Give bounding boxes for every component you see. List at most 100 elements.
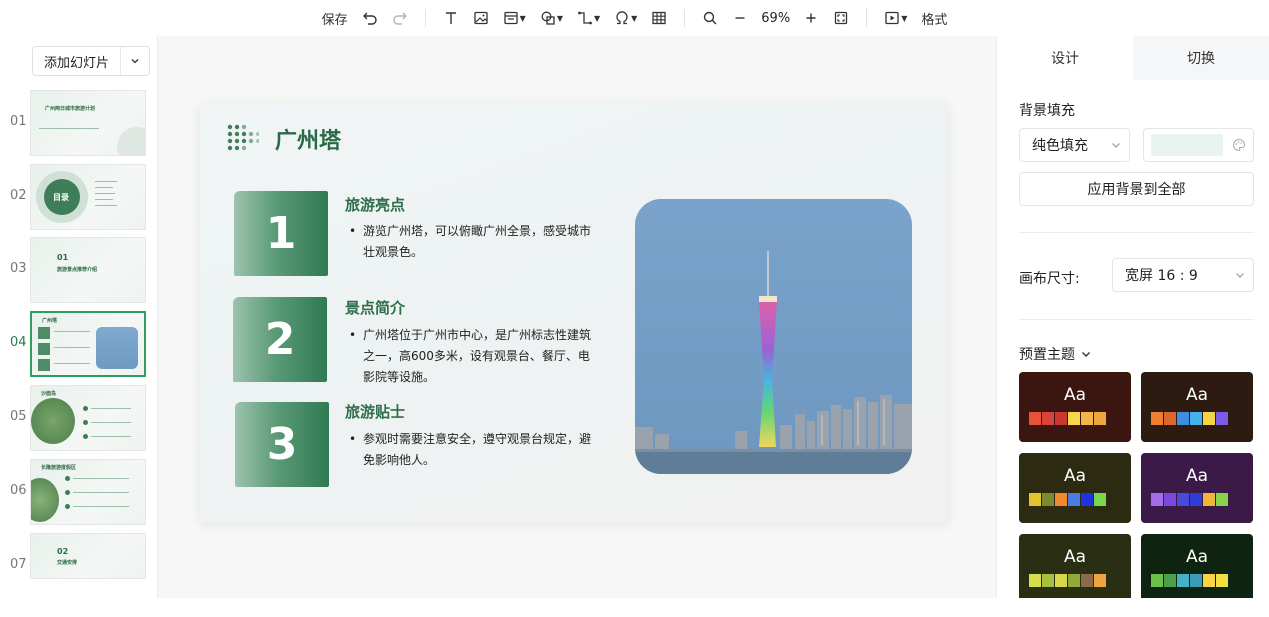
slide-thumbnail[interactable]: 01 旅游景点推荐介绍 [30,237,146,303]
theme-color-swatch [1055,493,1067,506]
theme-color-swatch [1177,412,1189,425]
text-icon [445,12,456,24]
section-body[interactable]: • 游览广州塔，可以俯瞰广州全景，感受城市壮观景色。 [349,221,597,263]
theme-color-swatch [1151,574,1163,587]
apply-background-all-button[interactable]: 应用背景到全部 [1019,172,1254,206]
fit-screen-icon [835,11,848,25]
section-body[interactable]: • 广州塔位于广州市中心，是广州标志性建筑之一，高600多米，设有观景台、餐厅、… [349,325,597,388]
theme-card[interactable]: Aa [1019,372,1131,442]
tab-transition[interactable]: 切换 [1133,36,1269,80]
redo-button[interactable] [385,5,415,31]
theme-card[interactable]: Aa [1019,453,1131,523]
fill-type-select[interactable]: 纯色填充 [1019,128,1130,162]
thumbnail-line [95,193,115,194]
thumbnail-decoration [38,327,50,339]
theme-color-swatch [1151,493,1163,506]
theme-color-swatch [1164,412,1176,425]
slide-thumbnail-row[interactable]: 02 目录 [0,164,158,232]
slide-thumbnail[interactable]: 广州两日城市旅游计划 [30,90,146,156]
zoom-out-button[interactable] [725,5,755,31]
theme-color-swatch [1094,574,1106,587]
undo-icon [362,12,377,25]
theme-color-swatch [1190,493,1202,506]
theme-sample-text: Aa [1185,547,1209,567]
section-body-text: 参观时需要注意安全，遵守观景台规定，避免影响他人。 [363,432,592,467]
theme-sample-text: Aa [1185,385,1209,405]
palette-icon [1233,138,1246,152]
tab-design[interactable]: 设计 [997,36,1133,80]
section-title[interactable]: 旅游贴士 [345,401,405,422]
add-slide-label[interactable]: 添加幻灯片 [33,47,121,75]
fill-color-picker[interactable] [1143,128,1254,162]
canton-tower-photo[interactable] [635,199,912,474]
symbol-dropdown[interactable]: ▼ [607,5,644,31]
format-button[interactable]: 格式 [914,5,954,31]
zoom-level[interactable]: 69% [755,11,796,26]
slide-thumbnail[interactable]: 沙面岛 [30,385,146,451]
theme-card[interactable]: Aa [1141,453,1253,523]
thumbnail-decoration [38,343,50,355]
fit-screen-button[interactable] [826,5,856,31]
slide-number: 05 [10,409,27,424]
section-title[interactable]: 景点简介 [345,297,405,318]
image-button[interactable] [466,5,496,31]
slide-number: 03 [10,261,27,276]
slide-thumbnail-row[interactable]: 05 沙面岛 [0,385,158,453]
theme-color-swatch [1177,574,1189,587]
canvas-size-select[interactable]: 宽屏 16 : 9 [1112,258,1254,292]
redo-icon [392,12,407,25]
panel-divider [1019,319,1254,320]
bullet-mark: • [349,224,357,238]
add-slide-button[interactable]: 添加幻灯片 [32,46,150,76]
shape-dropdown[interactable]: ▼ [533,5,570,31]
slide-title[interactable]: 广州塔 [275,123,341,155]
slide-thumbnail-row[interactable]: 01 广州两日城市旅游计划 [0,90,158,158]
section-number-block[interactable]: 3 [235,402,329,487]
preset-themes-header[interactable]: 预置主题 [1019,344,1092,364]
section-body[interactable]: • 参观时需要注意安全，遵守观景台规定，避免影响他人。 [349,429,597,471]
table-button[interactable] [644,5,674,31]
search-button[interactable] [695,5,725,31]
add-slide-menu-button[interactable] [121,56,149,66]
fill-color-swatch[interactable] [1151,134,1223,156]
theme-color-swatch [1216,574,1228,587]
section-number-block[interactable]: 2 [233,297,327,382]
slide-thumbnail-row[interactable]: 03 01 旅游景点推荐介绍 [0,237,158,305]
thumbnail-line [73,506,129,507]
thumbnail-big-number: 01 [57,253,69,262]
textbox-dropdown[interactable]: ▼ [496,5,533,31]
save-button[interactable]: 保存 [315,5,355,31]
undo-button[interactable] [355,5,385,31]
dots-decoration-icon [227,124,259,151]
slide-thumbnail-active[interactable]: 广州塔 [30,311,146,377]
slide-thumbnail[interactable]: 02 交通安排 [30,533,146,579]
section-number-block[interactable]: 1 [234,191,328,276]
theme-card[interactable]: Aa [1141,534,1253,598]
chevron-down-icon: ▼ [556,13,563,23]
zoom-in-button[interactable] [796,5,826,31]
theme-color-swatch [1081,493,1093,506]
theme-color-swatch [1081,574,1093,587]
thumbnail-decoration [117,127,145,155]
current-slide[interactable]: 广州塔 1 旅游亮点 • 游览广州塔，可以俯瞰广州全景，感受城市壮观景色。 2 … [200,103,948,523]
search-icon [704,11,717,25]
slide-thumbnail[interactable]: 目录 [30,164,146,230]
slide-thumbnail-row[interactable]: 07 02 交通安排 [0,533,158,601]
theme-card[interactable]: Aa [1019,534,1131,598]
canvas-size-label: 画布尺寸: [1019,271,1080,287]
slide-canvas-area[interactable]: 广州塔 1 旅游亮点 • 游览广州塔，可以俯瞰广州全景，感受城市壮观景色。 2 … [158,36,996,598]
present-dropdown[interactable]: ▼ [877,5,914,31]
section-title[interactable]: 旅游亮点 [345,194,405,215]
theme-color-swatch [1081,412,1093,425]
text-button[interactable] [436,5,466,31]
chevron-down-icon [1103,139,1129,151]
slide-thumbnail-row[interactable]: 04 广州塔 [0,311,158,379]
slide-number: 01 [10,114,27,129]
theme-color-swatch [1203,493,1215,506]
thumbnail-photo [96,327,138,369]
slide-thumbnail[interactable]: 长隆旅游度假区 [30,459,146,525]
theme-card[interactable]: Aa [1141,372,1253,442]
chevron-down-icon: ▼ [901,13,908,23]
connector-dropdown[interactable]: ▼ [570,5,607,31]
slide-thumbnail-row[interactable]: 06 长隆旅游度假区 [0,459,158,527]
